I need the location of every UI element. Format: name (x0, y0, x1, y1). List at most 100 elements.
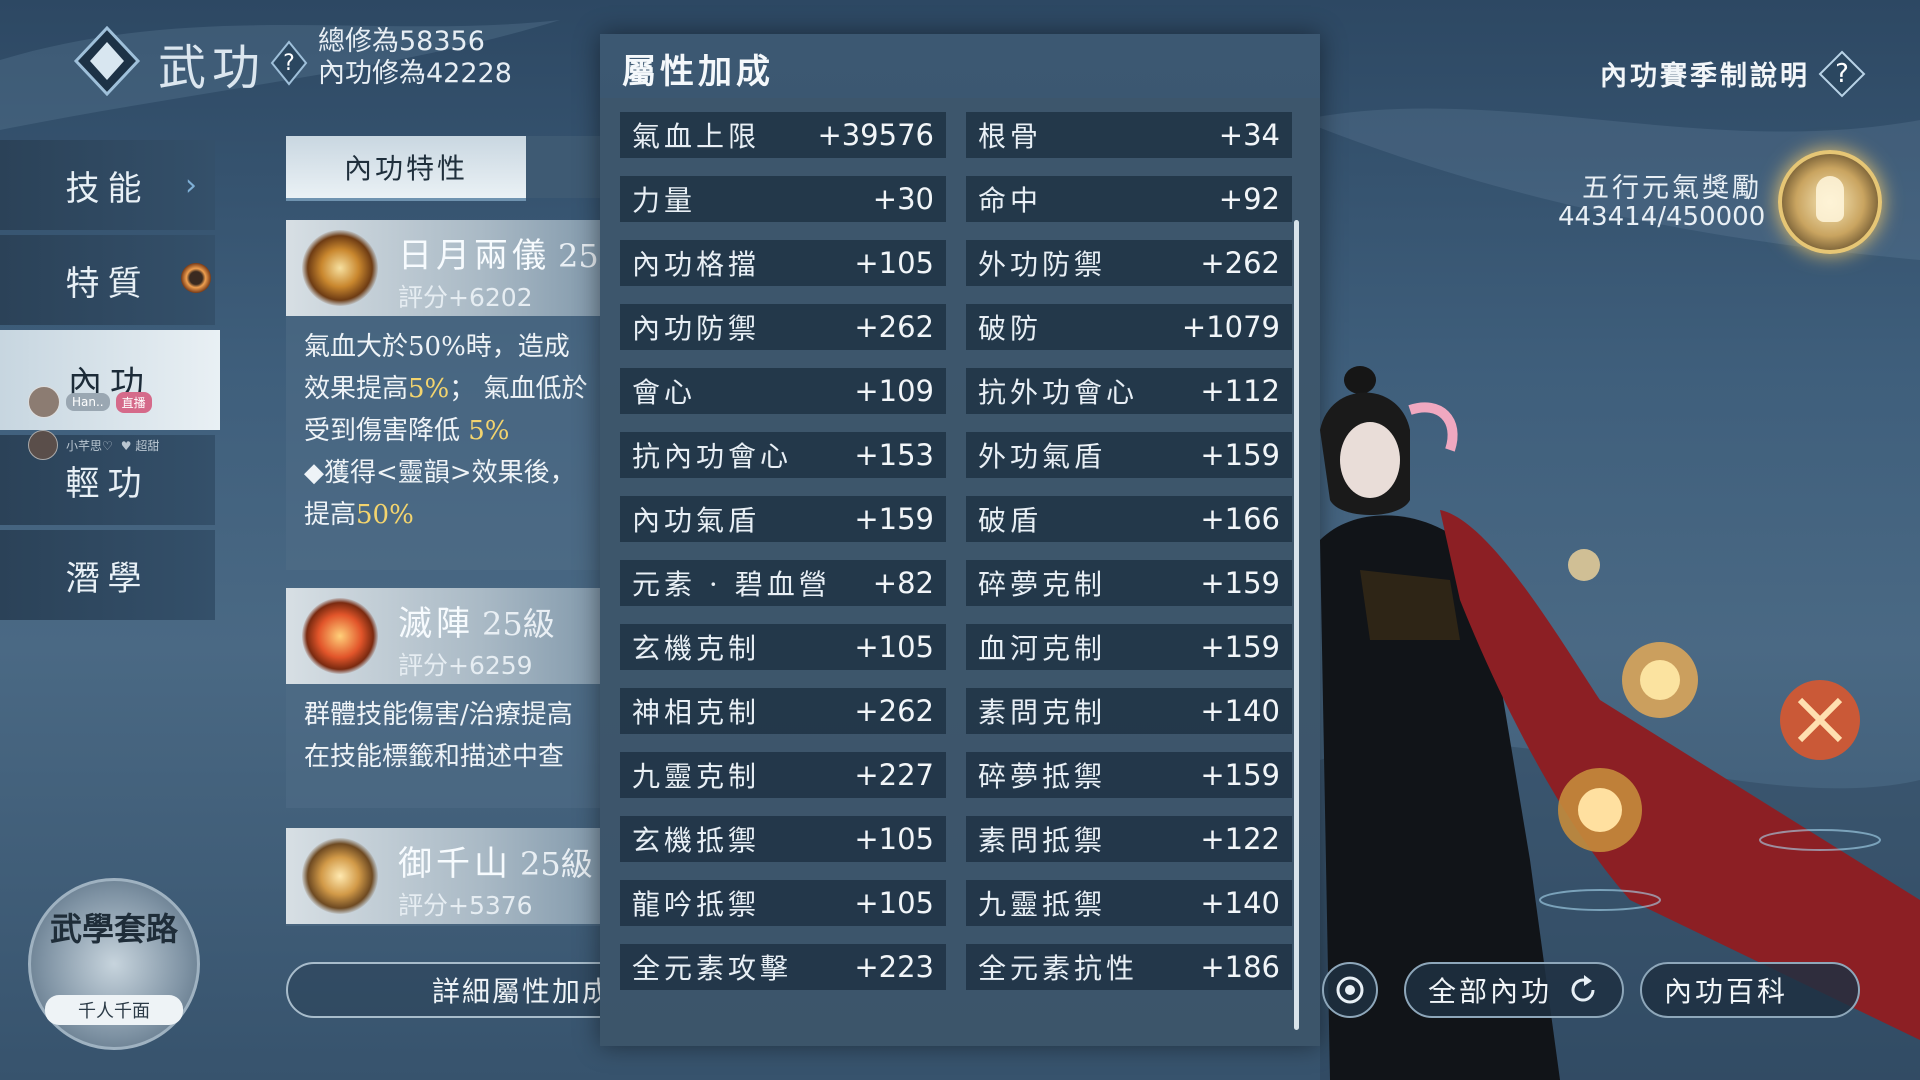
card-score: 評分+6259 (398, 651, 533, 680)
cultivation-help-icon[interactable]: ? (270, 40, 308, 86)
card-level: 25級 (482, 605, 555, 643)
inner-power-card[interactable]: 御千山 25級 評分+5376 (286, 828, 616, 926)
attribute-row: 內功格擋 +105 (620, 240, 946, 286)
side-nav: 技能 › 特質 內功 輕功 潛學 (0, 140, 220, 625)
attribute-row: 碎夢抵禦 +159 (966, 752, 1292, 798)
attribute-row: 碎夢克制 +159 (966, 560, 1292, 606)
attribute-value: +223 (854, 950, 934, 984)
svg-text:?: ? (1835, 59, 1849, 89)
attribute-row: 血河克制 +159 (966, 624, 1292, 670)
nav-item-label: 技能 (65, 168, 150, 209)
attribute-name: 內功防禦 (632, 312, 761, 345)
martial-route-title: 武學套路 (49, 910, 178, 948)
chevron-right-icon: › (185, 168, 205, 203)
nav-item-traits[interactable]: 特質 (0, 235, 215, 325)
attribute-row: 玄機抵禦 +105 (620, 816, 946, 862)
attribute-value: +159 (1200, 758, 1280, 792)
attribute-name: 內功氣盾 (632, 504, 761, 537)
svg-text:?: ? (283, 51, 295, 76)
attribute-value: +166 (1200, 502, 1280, 536)
card-description: 群體技能傷害/治療提高 在技能標籤和描述中查 (286, 684, 616, 788)
attribute-value: +1079 (1181, 310, 1280, 344)
attribute-name: 素問克制 (978, 696, 1107, 729)
scrollbar[interactable] (1294, 220, 1299, 1030)
inner-power-wiki-button[interactable]: 內功百科 (1640, 962, 1860, 1018)
inner-power-card[interactable]: 滅陣 25級 評分+6259 群體技能傷害/治療提高 在技能標籤和描述中查 (286, 588, 616, 808)
season-rules-link[interactable]: 內功賽季制說明 (1600, 54, 1810, 93)
five-elements-reward-label: 五行元氣獎勵 (1582, 173, 1762, 204)
attribute-name: 內功格擋 (632, 248, 761, 281)
desc-line: 提高50% (304, 500, 414, 530)
inner-power-card[interactable]: 日月兩儀 25級 評分+6202 氣血大於50%時，造成 效果提高5%； 氣血低於… (286, 220, 631, 570)
detail-attributes-button[interactable]: 詳細屬性加成 (286, 962, 646, 1018)
attribute-name: 外功氣盾 (978, 440, 1107, 473)
desc-line: ◆獲得<靈韻>效果後， (304, 458, 576, 488)
page-title: 武功 (158, 40, 267, 96)
attribute-value: +105 (854, 246, 934, 280)
inner-power-wiki-label: 內功百科 (1664, 975, 1789, 1008)
attribute-name: 抗內功會心 (632, 440, 793, 473)
attribute-value: +140 (1200, 694, 1280, 728)
all-inner-power-button[interactable]: 全部內功 (1404, 962, 1624, 1018)
attribute-value: +262 (854, 694, 934, 728)
attribute-name: 破盾 (978, 504, 1043, 537)
attribute-value: +39576 (817, 118, 934, 152)
swirl-icon (302, 838, 378, 914)
attribute-name: 會心 (632, 376, 697, 409)
attribute-value: +109 (854, 374, 934, 408)
desc-line: 在技能標籤和描述中查 (304, 742, 565, 772)
attribute-value: +159 (1200, 438, 1280, 472)
card-title: 滅陣 25級 (398, 596, 555, 645)
help-icon[interactable]: ? (1818, 50, 1866, 98)
attribute-row: 玄機克制 +105 (620, 624, 946, 670)
card-score: 評分+6202 (398, 283, 533, 312)
cultivation-summary: 總修為58356 內功修為42228 (318, 26, 512, 90)
sun-moon-icon (302, 230, 378, 306)
stream-overlay: Han.. 直播 (28, 386, 152, 418)
nav-item-skills[interactable]: 技能 › (0, 140, 215, 230)
attribute-value: +262 (1200, 246, 1280, 280)
attribute-value: +105 (854, 630, 934, 664)
tab-inner-power-traits[interactable]: 內功特性 (286, 136, 526, 201)
attribute-name: 力量 (632, 184, 697, 217)
camera-toggle-button[interactable] (1322, 962, 1378, 1018)
attribute-name: 外功防禦 (978, 248, 1107, 281)
card-title: 日月兩儀 25級 (398, 228, 631, 277)
nav-item-label: 潛學 (65, 558, 150, 599)
attribute-name: 九靈抵禦 (978, 888, 1107, 921)
attribute-row: 九靈克制 +227 (620, 752, 946, 798)
cultivation-inner: 內功修為42228 (318, 58, 512, 89)
attribute-row: 會心 +109 (620, 368, 946, 414)
attribute-value: +227 (854, 758, 934, 792)
attribute-name: 玄機克制 (632, 632, 761, 665)
nav-item-hidden-learning[interactable]: 潛學 (0, 530, 215, 620)
meditation-reward-icon[interactable] (1778, 150, 1882, 254)
live-badge: 直播 (115, 391, 152, 413)
attribute-name: 血河克制 (978, 632, 1107, 665)
attribute-name: 全元素攻擊 (632, 952, 793, 985)
attribute-value: +34 (1218, 118, 1280, 152)
attribute-row: 神相克制 +262 (620, 688, 946, 734)
viewer-avatar (28, 430, 58, 460)
attribute-value: +186 (1200, 950, 1280, 984)
attribute-value: +105 (854, 886, 934, 920)
attribute-name: 根骨 (978, 120, 1043, 153)
attribute-name: 破防 (978, 312, 1043, 345)
desc-line: 受到傷害降低 5% (304, 416, 510, 446)
attribute-row: 外功氣盾 +159 (966, 432, 1292, 478)
attribute-row: 內功氣盾 +159 (620, 496, 946, 542)
martial-route-button[interactable]: 武學套路 千人千面 (28, 878, 200, 1050)
nav-item-label: 輕功 (65, 463, 150, 504)
attribute-value: +92 (1218, 182, 1280, 216)
attribute-row: 全元素攻擊 +223 (620, 944, 946, 990)
attribute-name: 碎夢克制 (978, 568, 1107, 601)
card-name: 日月兩儀 (398, 236, 550, 276)
attribute-row: 命中 +92 (966, 176, 1292, 222)
desc-line: 效果提高5%； 氣血低於 (304, 374, 588, 404)
crossed-swords-icon (302, 598, 378, 674)
attribute-list[interactable]: 氣血上限 +39576 根骨 +34 力量 +30 命中 +92 內功格擋 +105 外功防禦 +26… (600, 98, 1320, 1046)
attribute-row: 抗外功會心 +112 (966, 368, 1292, 414)
refresh-icon (1571, 975, 1595, 1002)
card-header: 日月兩儀 25級 評分+6202 (286, 220, 631, 316)
five-elements-reward-count: 443414/450000 (1558, 202, 1766, 232)
